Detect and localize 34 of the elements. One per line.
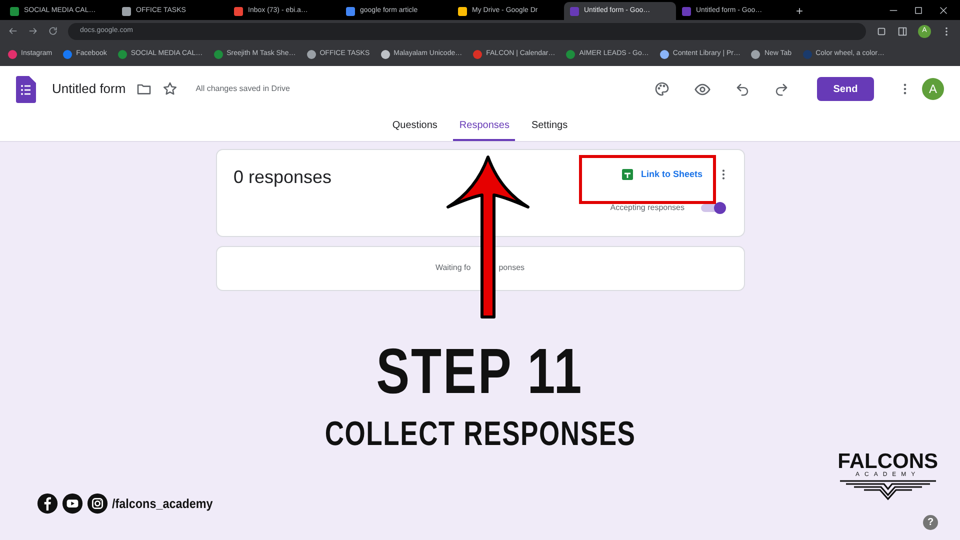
undo-icon[interactable] <box>735 82 750 96</box>
step-heading: STEP 11 <box>376 338 584 403</box>
form-tab[interactable]: Questions <box>386 112 444 141</box>
sheets-icon <box>622 169 633 180</box>
social-handle: /falcons_academy <box>112 494 213 513</box>
instagram-icon[interactable] <box>87 493 108 514</box>
waiting-message: Waiting fo <box>434 262 472 274</box>
save-status: All changes saved in Drive <box>196 83 290 95</box>
link-to-sheets-button[interactable]: Link to Sheets <box>616 164 708 186</box>
close-icon[interactable] <box>939 6 948 14</box>
maximize-icon[interactable] <box>914 6 923 14</box>
star-icon[interactable] <box>162 81 178 97</box>
logo-title: FALCONS <box>838 450 938 472</box>
new-tab-button[interactable]: + <box>788 2 812 20</box>
send-button[interactable]: Send <box>817 77 874 101</box>
forward-icon[interactable] <box>28 26 38 36</box>
palette-icon[interactable] <box>654 81 670 97</box>
forms-logo-icon[interactable] <box>16 76 36 102</box>
accepting-toggle[interactable] <box>700 202 726 214</box>
response-count: 0 responses <box>234 166 333 189</box>
sidebar-icon[interactable] <box>897 26 908 36</box>
reload-icon[interactable] <box>48 26 58 36</box>
form-tab[interactable]: Responses <box>453 112 516 141</box>
form-tab[interactable]: Settings <box>525 112 574 141</box>
step-caption: COLLECT RESPONSES <box>324 416 636 451</box>
help-icon[interactable]: ? <box>923 515 938 530</box>
facebook-icon[interactable] <box>37 493 58 514</box>
back-icon[interactable] <box>8 26 18 36</box>
extensions-icon[interactable] <box>876 26 887 36</box>
redo-icon[interactable] <box>774 82 789 96</box>
youtube-icon[interactable] <box>62 493 83 514</box>
waiting-message: ponses <box>498 262 526 274</box>
form-title[interactable]: Untitled form <box>52 79 126 99</box>
accepting-label: Accepting responses <box>610 202 684 214</box>
